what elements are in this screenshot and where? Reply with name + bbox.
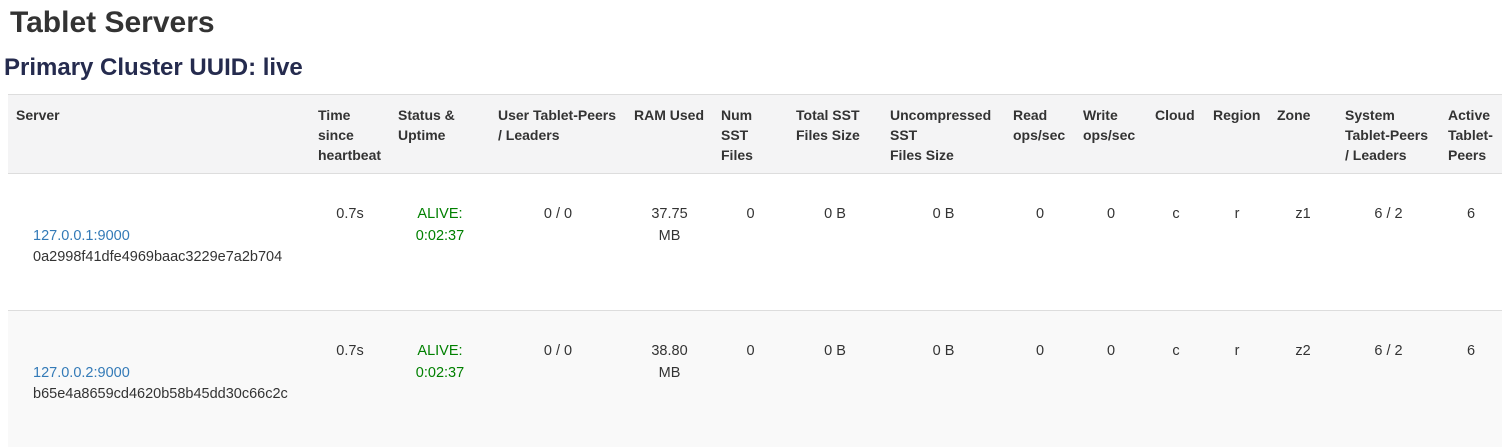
col-header-region: Region <box>1205 95 1269 174</box>
cell-cloud: c <box>1147 174 1205 311</box>
cell-num-sst-files: 0 <box>713 311 788 447</box>
col-header-cloud: Cloud <box>1147 95 1205 174</box>
cell-user-tablet-peers: 0 / 0 <box>490 311 626 447</box>
cell-write-ops: 0 <box>1075 311 1147 447</box>
tablet-servers-page: Tablet Servers Primary Cluster UUID: liv… <box>0 0 1510 447</box>
cell-status-uptime: ALIVE: 0:02:37 <box>390 174 490 311</box>
table-row: 127.0.0.2:9000 b65e4a8659cd4620b58b45dd3… <box>8 311 1502 447</box>
col-header-active-tablet-peers: Active Tablet- Peers <box>1440 95 1502 174</box>
cell-uncompressed-sst-files-size: 0 B <box>882 311 1005 447</box>
cell-region: r <box>1205 311 1269 447</box>
col-header-user-tablet-peers: User Tablet-Peers / Leaders <box>490 95 626 174</box>
cell-read-ops: 0 <box>1005 174 1075 311</box>
cluster-heading: Primary Cluster UUID: live <box>4 55 1510 81</box>
server-uuid: 0a2998f41dfe4969baac3229e7a2b704 <box>33 247 302 269</box>
col-header-write-ops: Write ops/sec <box>1075 95 1147 174</box>
col-header-total-sst-files-size: Total SST Files Size <box>788 95 882 174</box>
cell-total-sst-files-size: 0 B <box>788 174 882 311</box>
cell-ram-used: 37.75 MB <box>626 174 713 311</box>
col-header-zone: Zone <box>1269 95 1337 174</box>
cell-user-tablet-peers: 0 / 0 <box>490 174 626 311</box>
server-uuid: b65e4a8659cd4620b58b45dd30c66c2c <box>33 384 302 406</box>
col-header-uncompressed-sst-files-size: Uncompressed SST Files Size <box>882 95 1005 174</box>
cell-region: r <box>1205 174 1269 311</box>
server-cell: 127.0.0.2:9000 b65e4a8659cd4620b58b45dd3… <box>8 311 310 447</box>
server-link[interactable]: 127.0.0.1:9000 <box>33 228 130 244</box>
table-body: 127.0.0.1:9000 0a2998f41dfe4969baac3229e… <box>8 174 1502 447</box>
col-header-ram-used: RAM Used <box>626 95 713 174</box>
cell-write-ops: 0 <box>1075 174 1147 311</box>
cell-active-tablet-peers: 6 <box>1440 311 1502 447</box>
col-header-server: Server <box>8 95 310 174</box>
cell-zone: z2 <box>1269 311 1337 447</box>
col-header-num-sst-files: Num SST Files <box>713 95 788 174</box>
header-row: Server Time since heartbeat Status & Upt… <box>8 95 1502 174</box>
cell-time-since-heartbeat: 0.7s <box>310 311 390 447</box>
server-cell: 127.0.0.1:9000 0a2998f41dfe4969baac3229e… <box>8 174 310 311</box>
cell-total-sst-files-size: 0 B <box>788 311 882 447</box>
cell-zone: z1 <box>1269 174 1337 311</box>
cell-time-since-heartbeat: 0.7s <box>310 174 390 311</box>
col-header-time-since-heartbeat: Time since heartbeat <box>310 95 390 174</box>
cell-status-uptime: ALIVE: 0:02:37 <box>390 311 490 447</box>
cell-num-sst-files: 0 <box>713 174 788 311</box>
page-title: Tablet Servers <box>10 6 1510 40</box>
cell-ram-used: 38.80 MB <box>626 311 713 447</box>
cell-cloud: c <box>1147 311 1205 447</box>
cell-system-tablet-peers: 6 / 2 <box>1337 311 1440 447</box>
server-link[interactable]: 127.0.0.2:9000 <box>33 365 130 381</box>
cell-active-tablet-peers: 6 <box>1440 174 1502 311</box>
col-header-read-ops: Read ops/sec <box>1005 95 1075 174</box>
cell-uncompressed-sst-files-size: 0 B <box>882 174 1005 311</box>
cell-system-tablet-peers: 6 / 2 <box>1337 174 1440 311</box>
tablet-servers-table: Server Time since heartbeat Status & Upt… <box>8 94 1502 447</box>
table-row: 127.0.0.1:9000 0a2998f41dfe4969baac3229e… <box>8 174 1502 311</box>
table-header: Server Time since heartbeat Status & Upt… <box>8 95 1502 174</box>
cell-read-ops: 0 <box>1005 311 1075 447</box>
col-header-system-tablet-peers: System Tablet-Peers / Leaders <box>1337 95 1440 174</box>
col-header-status-uptime: Status & Uptime <box>390 95 490 174</box>
